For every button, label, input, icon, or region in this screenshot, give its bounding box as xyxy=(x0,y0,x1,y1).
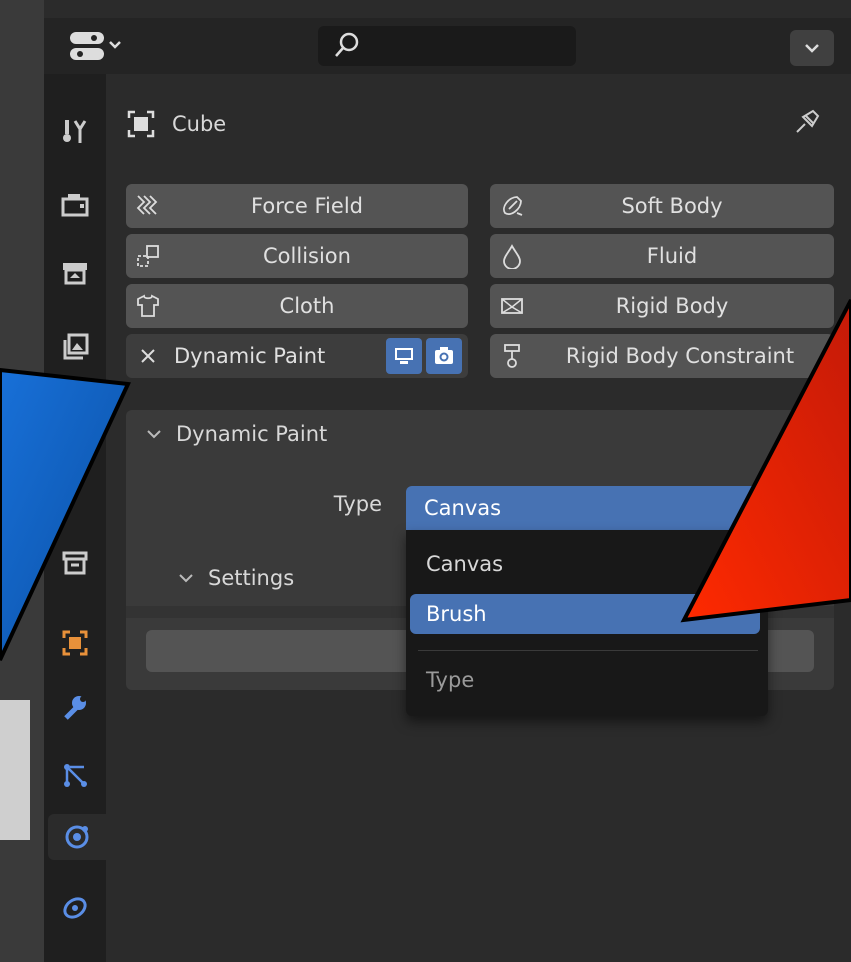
blue-arrow xyxy=(0,367,131,661)
red-arrow xyxy=(680,299,851,623)
annotation-arrows xyxy=(0,299,851,661)
